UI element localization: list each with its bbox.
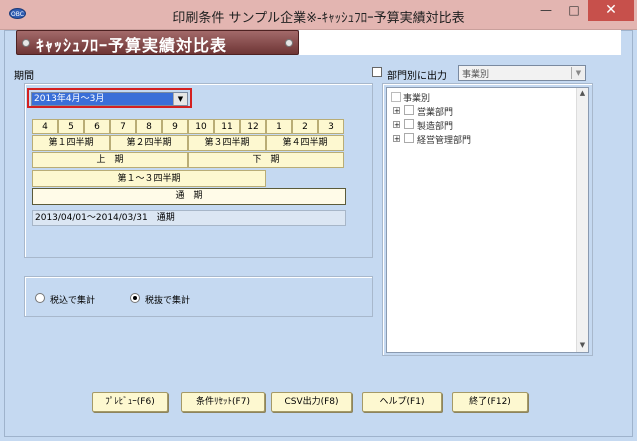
quarter-2-button[interactable]: 第２四半期 [110,135,188,151]
period-select[interactable]: 2013年4月～3月 ▼ [31,92,188,106]
department-tree[interactable]: 事業別 + 営業部門 + 製造部門 + 経営管理部門 ▲ ▼ [386,87,589,353]
banner-right-dot-icon [285,39,293,47]
tax-exclusive-label: 税抜で集計 [145,296,191,306]
tree-item-management: 経営管理部門 [417,136,472,146]
period-select-value: 2013年4月～3月 [32,93,173,105]
maximize-button[interactable]: □ [560,0,588,21]
chevron-down-icon[interactable]: ▼ [173,93,187,105]
first-half-button[interactable]: 上 期 [32,152,188,168]
quarter-4-button[interactable]: 第４四半期 [266,135,344,151]
month-button-10[interactable]: 10 [188,119,214,134]
radio-selected-dot-icon [133,296,137,300]
full-year-button[interactable]: 通 期 [32,188,346,205]
expand-icon[interactable]: + [393,135,400,143]
month-button-11[interactable]: 11 [214,119,240,134]
tree-item-checkbox[interactable] [404,133,414,143]
tax-inclusive-label: 税込で集計 [50,296,96,306]
department-output-checkbox[interactable] [372,67,382,77]
expand-icon[interactable]: + [393,121,400,129]
expand-icon[interactable]: + [393,107,400,115]
month-button-9[interactable]: 9 [162,119,188,134]
department-type-value: 事業別 [462,70,490,80]
tree-item-manufacturing: 製造部門 [417,122,454,132]
tree-scrollbar[interactable]: ▲ ▼ [576,88,588,352]
report-title: ｷｬｯｼｭﾌﾛｰ予算実績対比表 [36,36,228,55]
help-button[interactable]: ヘルプ(F1) [362,392,442,412]
scroll-down-icon[interactable]: ▼ [577,340,588,351]
month-button-7[interactable]: 7 [110,119,136,134]
tree-root-label: 事業別 [403,94,431,104]
scroll-up-icon[interactable]: ▲ [577,88,588,99]
exit-button[interactable]: 終了(F12) [452,392,528,412]
tax-inclusive-radio[interactable] [35,293,45,303]
tree-item-checkbox[interactable] [404,105,414,115]
month-button-3[interactable]: 3 [318,119,344,134]
month-button-6[interactable]: 6 [84,119,110,134]
department-output-label: 部門別に出力 [387,71,447,82]
quarter-3-button[interactable]: 第３四半期 [188,135,266,151]
tax-exclusive-radio[interactable] [130,293,140,303]
department-type-select[interactable]: 事業別 ▼ [458,65,586,81]
month-button-12[interactable]: 12 [240,119,266,134]
period-range-text: 2013/04/01～2014/03/31 通期 [32,210,346,226]
banner-left-dot-icon [22,39,30,47]
minimize-button[interactable]: — [532,0,560,21]
second-half-button[interactable]: 下 期 [188,152,344,168]
reset-conditions-button[interactable]: 条件ﾘｾｯﾄ(F7) [181,392,265,412]
month-button-2[interactable]: 2 [292,119,318,134]
chevron-down-icon[interactable]: ▼ [571,67,585,79]
quarter-1-button[interactable]: 第１四半期 [32,135,110,151]
period-label: 期間 [14,71,34,82]
preview-button[interactable]: ﾌﾟﾚﾋﾞｭｰ(F6) [92,392,168,412]
csv-export-button[interactable]: CSV出力(F8) [271,392,352,412]
close-button[interactable]: ✕ [588,0,634,21]
tree-item-sales: 営業部門 [417,108,454,118]
month-button-5[interactable]: 5 [58,119,84,134]
month-button-1[interactable]: 1 [266,119,292,134]
month-button-4[interactable]: 4 [32,119,58,134]
month-button-8[interactable]: 8 [136,119,162,134]
quarters-1-to-3-button[interactable]: 第１～３四半期 [32,170,266,187]
banner-extension [299,30,621,55]
tree-root-checkbox[interactable] [391,92,401,102]
tree-item-checkbox[interactable] [404,119,414,129]
